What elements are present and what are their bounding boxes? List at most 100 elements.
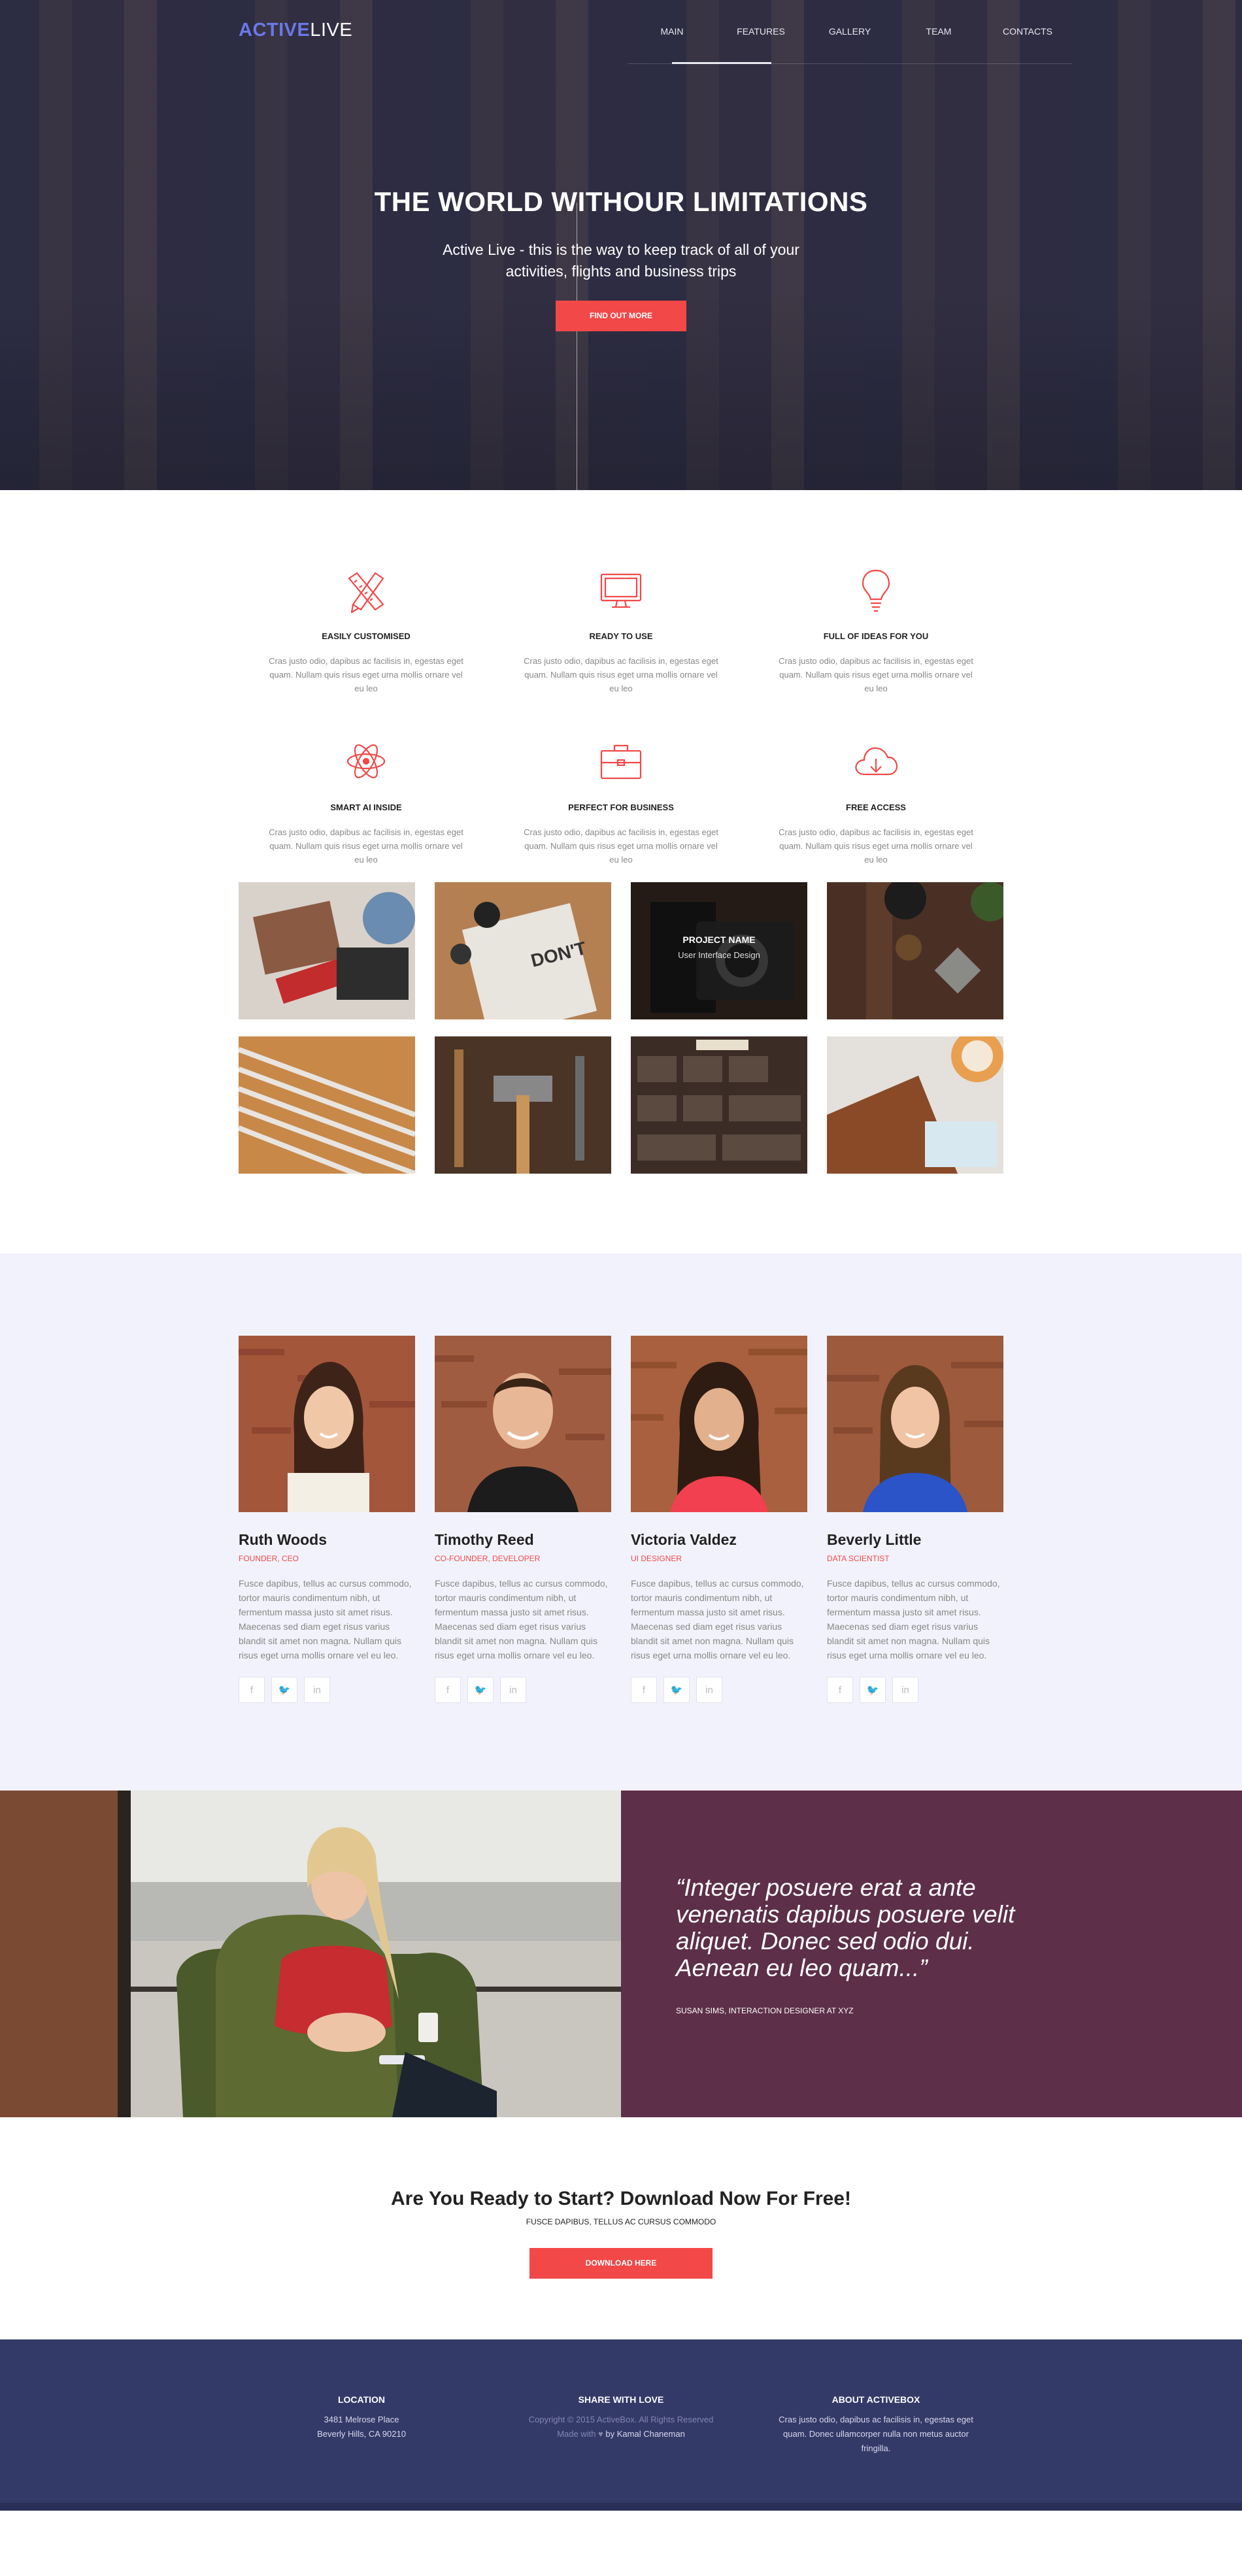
made-with-text: Made with ♥ [557,2429,603,2439]
team-member-card: Timothy Reed CO-FOUNDER, DEVELOPER Fusce… [435,1336,611,1703]
footer: LOCATION 3481 Melrose Place Beverly Hills… [0,2339,1242,2511]
stamp-photo: DON'T [435,882,611,1019]
footer-location: LOCATION 3481 Melrose Place Beverly Hills… [296,2394,427,2441]
twitter-icon[interactable]: 🐦 [663,1677,690,1703]
find-out-more-button[interactable]: FIND OUT MORE [556,301,686,331]
author-link[interactable]: by Kamal Chaneman [605,2429,684,2439]
cloud-download-icon [855,747,898,776]
footer-share: SHARE WITH LOVE Copyright © 2015 ActiveB… [523,2394,719,2441]
logo-live: LIVE [310,20,353,41]
facebook-icon[interactable]: f [239,1677,265,1703]
lightbulb-icon [862,569,890,612]
hero-subtitle: Active Live - this is the way to keep tr… [443,241,799,280]
logo[interactable]: ACTIVELIVE [239,20,352,41]
type-blocks-photo [631,1036,807,1174]
feature-text: Cras justo odio, dapibus ac facilisis in… [779,656,973,693]
feature-title: EASILY CUSTOMISED [322,631,411,641]
nav-active-indicator [672,62,771,64]
testimonial-panel: “Integer posuere erat a ante venenatis d… [621,1791,1242,2117]
nav-item-main[interactable]: MAIN [628,26,716,37]
monitor-icon [600,573,642,608]
twitter-icon[interactable]: 🐦 [467,1677,494,1703]
gallery-item[interactable]: PROJECT NAME User Interface Design [631,882,807,1019]
feature-title: PERFECT FOR BUSINESS [568,802,674,812]
briefcase-icon [600,744,642,780]
gallery-item[interactable] [631,1036,807,1174]
nav-item-contacts[interactable]: CONTACTS [983,26,1072,37]
feature-item: FULL OF IDEAS FOR YOU Cras justo odio, d… [775,564,977,695]
testimonial-author: SUSAN SIMS, INTERACTION DESIGNER AT XYZ [676,2006,854,2015]
footer-about-title: ABOUT ACTIVEBOX [831,2394,920,2405]
member-role: UI DESIGNER [631,1554,682,1563]
tools-photo [435,1036,611,1174]
latte-photo [827,1036,1003,1174]
avatar [827,1336,1003,1512]
feature-text: Cras justo odio, dapibus ac facilisis in… [524,656,718,693]
team-member-card: Ruth Woods FOUNDER, CEO Fusce dapibus, t… [239,1336,415,1703]
feature-item: EASILY CUSTOMISED Cras justo odio, dapib… [265,564,467,695]
member-bio: Fusce dapibus, tellus ac cursus commodo,… [435,1578,608,1660]
avatar [239,1336,415,1512]
address-line-1: 3481 Melrose Place [324,2415,399,2424]
pencils-photo [239,1036,415,1174]
member-name: Beverly Little [827,1531,922,1548]
social-links: f 🐦 in [435,1677,611,1703]
social-links: f 🐦 in [827,1677,1003,1703]
linkedin-icon[interactable]: in [892,1677,918,1703]
member-bio: Fusce dapibus, tellus ac cursus commodo,… [827,1578,1000,1660]
download-cta-section: Are You Ready to Start? Download Now For… [0,2117,1242,2339]
gallery-item[interactable] [435,1036,611,1174]
footer-about: ABOUT ACTIVEBOX Cras justo odio, dapibus… [771,2394,981,2456]
linkedin-icon[interactable]: in [500,1677,526,1703]
feature-text: Cras justo odio, dapibus ac facilisis in… [779,827,973,865]
footer-share-title: SHARE WITH LOVE [578,2394,664,2405]
gallery-item[interactable] [239,882,415,1019]
copyright-text: Copyright © 2015 ActiveBox. All Rights R… [528,2415,714,2424]
twitter-icon[interactable]: 🐦 [860,1677,886,1703]
feature-title: READY TO USE [589,631,653,641]
main-menu: MAIN FEATURES GALLERY TEAM CONTACTS [628,26,1072,37]
top-nav: ACTIVELIVE MAIN FEATURES GALLERY TEAM CO… [0,0,1242,65]
footer-copyright-block: Copyright © 2015 ActiveBox. All Rights R… [523,2413,719,2441]
member-bio: Fusce dapibus, tellus ac cursus commodo,… [631,1578,804,1660]
member-role: FOUNDER, CEO [239,1554,299,1563]
feature-item: SMART AI INSIDE Cras justo odio, dapibus… [265,735,467,867]
feature-item: READY TO USE Cras justo odio, dapibus ac… [520,564,722,695]
member-bio: Fusce dapibus, tellus ac cursus commodo,… [239,1578,412,1660]
twitter-icon[interactable]: 🐦 [271,1677,297,1703]
linkedin-icon[interactable]: in [304,1677,330,1703]
gallery-item[interactable]: DON'T [435,882,611,1019]
nav-item-features[interactable]: FEATURES [716,26,805,37]
gallery-caption-title: PROJECT NAME [682,934,756,945]
linkedin-icon[interactable]: in [696,1677,722,1703]
member-name: Timothy Reed [435,1531,534,1548]
features-section: EASILY CUSTOMISED Cras justo odio, dapib… [0,490,1242,882]
testimonial-photo [0,1791,621,2117]
pencil-ruler-icon [348,572,384,614]
facebook-icon[interactable]: f [435,1677,461,1703]
download-here-button[interactable]: DOWNLOAD HERE [529,2248,713,2279]
gallery-caption: PROJECT NAME User Interface Design [631,934,807,960]
feature-text: Cras justo odio, dapibus ac facilisis in… [524,827,718,865]
woman-in-chair-photo [0,1791,621,2117]
feature-title: SMART AI INSIDE [330,802,402,812]
member-role: CO-FOUNDER, DEVELOPER [435,1554,541,1563]
nav-item-gallery[interactable]: GALLERY [805,26,894,37]
facebook-icon[interactable]: f [631,1677,657,1703]
facebook-icon[interactable]: f [827,1677,853,1703]
gallery-item[interactable] [239,1036,415,1174]
nav-item-team[interactable]: TEAM [894,26,983,37]
gallery-item[interactable] [827,882,1003,1019]
gallery-item[interactable] [827,1036,1003,1174]
team-section: Ruth Woods FOUNDER, CEO Fusce dapibus, t… [0,1253,1242,1791]
gallery-caption-subtitle: User Interface Design [678,950,760,960]
team-member-card: Victoria Valdez UI DESIGNER Fusce dapibu… [631,1336,807,1703]
member-role: DATA SCIENTIST [827,1554,890,1563]
social-links: f 🐦 in [631,1677,807,1703]
feature-text: Cras justo odio, dapibus ac facilisis in… [269,827,463,865]
footer-location-title: LOCATION [337,2394,386,2405]
hero-section: ACTIVELIVE MAIN FEATURES GALLERY TEAM CO… [0,0,1242,490]
feature-title: FREE ACCESS [846,802,906,812]
feature-title: FULL OF IDEAS FOR YOU [823,631,929,641]
address-line-2: Beverly Hills, CA 90210 [317,2429,406,2439]
